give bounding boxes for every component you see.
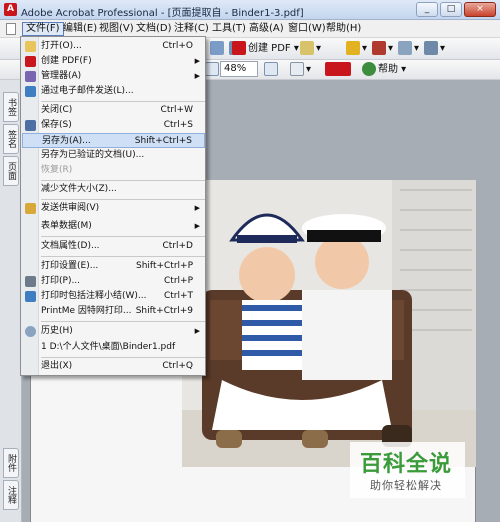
folder-icon [25,41,36,52]
restore-button[interactable]: □ [440,2,462,17]
menu-advanced[interactable]: 高级(A) [246,22,287,36]
menu-item-exit[interactable]: 退出(X) Ctrl+Q [22,359,205,374]
pen-icon [372,41,386,55]
close-button[interactable]: × [464,2,496,17]
ym-button[interactable] [325,61,353,79]
file-menu: 打开(O)... Ctrl+O 创建 PDF(F) ▶ 管理器(A) ▶ 通过电… [20,36,206,376]
menu-separator [41,180,205,181]
menu-separator [41,357,205,358]
watermark-logo: 百科全说 助你轻松解决 [350,442,465,498]
email-menu-icon [25,86,36,97]
watermark-tagline: 助你轻松解决 [370,479,442,492]
menu-item-save-as-certified[interactable]: 另存为已验证的文档(U)... [22,148,205,163]
menu-item-open[interactable]: 打开(O)... Ctrl+O [22,39,205,54]
menu-item-print-setup[interactable]: 打印设置(E)... Shift+Ctrl+P [22,259,205,274]
menu-separator [41,236,205,237]
review-icon [300,41,314,55]
window-title: Adobe Acrobat Professional - [页面提取自 - Bi… [21,8,304,19]
watermark-brand: 百科全说 [360,452,453,477]
submenu-arrow-icon: ▶ [194,222,200,230]
page-layout-button[interactable]: ▾ [290,61,311,79]
email-icon[interactable] [210,41,224,55]
menu-document[interactable]: 文档(D) [133,22,175,36]
document-icon [6,23,16,35]
secure-button[interactable]: ▾ [346,40,367,58]
page-icon [290,62,304,76]
menu-separator [41,199,205,200]
submenu-arrow-icon: ▶ [194,327,200,335]
review-button[interactable]: ▾ [300,40,321,58]
submenu-arrow-icon: ▶ [194,204,200,212]
create-pdf-menu-icon [25,56,36,67]
tab-comments[interactable]: 注释 [3,480,19,510]
menu-item-reduce-size[interactable]: 减少文件大小(Z)... [22,182,205,197]
zoom-input[interactable]: 48% [220,61,258,77]
menu-item-create-pdf[interactable]: 创建 PDF(F) ▶ [22,54,205,69]
menu-item-print[interactable]: 打印(P)... Ctrl+P [22,274,205,289]
history-icon [25,326,36,337]
menu-item-history[interactable]: 历史(H) ▶ [22,324,205,339]
zoom-out-icon [205,62,219,76]
forms-icon [398,41,412,55]
zoom-in-button[interactable] [264,61,280,79]
lock-icon [346,41,360,55]
ym-icon [325,62,351,76]
advanced-edit-button[interactable]: ▾ [424,40,445,58]
tab-signatures[interactable]: 签名 [3,124,19,154]
menu-help[interactable]: 帮助(H) [323,22,364,36]
menu-item-organizer[interactable]: 管理器(A) ▶ [22,69,205,84]
sign-button[interactable]: ▾ [372,40,393,58]
menu-item-close[interactable]: 关闭(C) Ctrl+W [22,103,205,118]
menu-item-printme[interactable]: PrintMe 因特网打印... Shift+Ctrl+9 [22,304,205,319]
help-button[interactable]: 帮助 ▾ [362,61,406,79]
tab-bookmarks[interactable]: 书签 [3,92,19,122]
organizer-icon [25,71,36,82]
window-controls: _ □ × [416,2,496,17]
menu-tools[interactable]: 工具(T) [209,22,249,36]
menu-file[interactable]: 文件(F) [22,22,64,36]
page-photo [182,180,476,467]
menu-item-send-for-review[interactable]: 发送供审阅(V) ▶ [22,201,205,216]
submenu-arrow-icon: ▶ [194,57,200,65]
menu-separator [41,256,205,257]
children-photo-illustration [182,180,476,467]
help-icon [362,62,376,76]
forms-button[interactable]: ▾ [398,40,419,58]
review-menu-icon [25,203,36,214]
menu-view[interactable]: 视图(V) [96,22,137,36]
menu-item-save-as[interactable]: 另存为(A)... Shift+Ctrl+S [22,133,205,148]
menu-edit[interactable]: 编辑(E) [60,22,100,36]
menu-item-recent-file[interactable]: 1 D:\个人文件\桌面\Binder1.pdf [22,340,205,355]
menu-item-revert: 恢复(R) [41,165,73,175]
menu-separator [41,321,205,322]
menu-separator [41,101,205,102]
menu-item-email[interactable]: 通过电子邮件发送(L)... [22,84,205,99]
zoom-in-icon [264,62,278,76]
tab-pages[interactable]: 页面 [3,156,19,186]
menu-item-form-data[interactable]: 表单数据(M) ▶ [22,219,205,234]
print-comments-icon [25,291,36,302]
minimize-button[interactable]: _ [416,2,438,17]
title-bar: A Adobe Acrobat Professional - [页面提取自 - … [0,0,500,20]
create-pdf-button[interactable]: 创建 PDF ▾ [232,40,299,58]
edit-tools-icon [424,41,438,55]
menu-item-print-with-comments[interactable]: 打印时包括注释小结(W)... Ctrl+T [22,289,205,304]
submenu-arrow-icon: ▶ [194,72,200,80]
save-icon [25,120,36,131]
menu-item-document-properties[interactable]: 文档属性(D)... Ctrl+D [22,239,205,254]
menu-item-save[interactable]: 保存(S) Ctrl+S [22,118,205,133]
create-pdf-icon [232,41,246,55]
menu-comments[interactable]: 注释(C) [171,22,212,36]
acrobat-app-icon: A [4,3,17,16]
printer-icon [25,276,36,287]
navigation-panel: 书签 签名 页面 附件 注释 [0,80,22,522]
zoom-out-button[interactable] [205,61,221,79]
tab-attachments[interactable]: 附件 [3,448,19,478]
